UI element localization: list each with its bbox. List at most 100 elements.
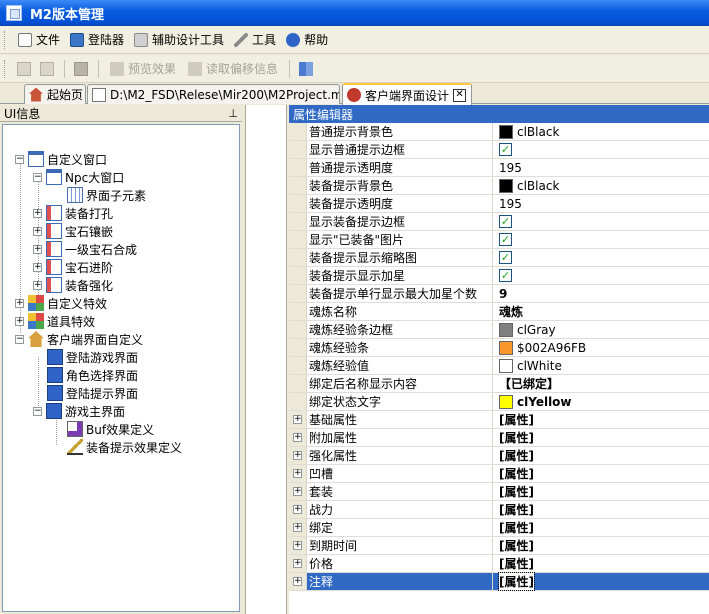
- tree-node-custom-effects[interactable]: + 自定义特效: [15, 294, 107, 312]
- checkbox[interactable]: ✓: [499, 251, 512, 264]
- tree-node-gem-advance[interactable]: + 宝石进阶: [33, 258, 113, 276]
- expand-icon[interactable]: +: [293, 523, 302, 532]
- property-value[interactable]: 魂炼: [493, 303, 709, 320]
- property-row[interactable]: + 凹槽 [属性]: [289, 465, 709, 483]
- tree-node-sub-elements[interactable]: 界面子元素: [67, 186, 146, 204]
- tree-node-role-select-ui[interactable]: 角色选择界面: [47, 366, 138, 384]
- property-value[interactable]: clBlack: [493, 123, 709, 140]
- expand-icon[interactable]: +: [293, 541, 302, 550]
- expand-icon[interactable]: +: [293, 415, 302, 424]
- collapse-icon[interactable]: −: [33, 172, 42, 182]
- property-row[interactable]: 装备提示背景色 clBlack: [289, 177, 709, 195]
- property-row[interactable]: 显示装备提示边框 ✓: [289, 213, 709, 231]
- pin-icon[interactable]: ⊥: [228, 107, 238, 120]
- property-value[interactable]: [属性]: [493, 465, 709, 482]
- property-value[interactable]: 【已绑定】: [493, 375, 709, 392]
- property-value[interactable]: $002A96FB: [493, 339, 709, 356]
- expand-icon[interactable]: +: [293, 433, 302, 442]
- expand-icon[interactable]: +: [293, 505, 302, 514]
- book-button[interactable]: [295, 58, 317, 80]
- property-row[interactable]: 魂炼经验条 $002A96FB: [289, 339, 709, 357]
- property-value[interactable]: 9: [493, 285, 709, 302]
- property-value[interactable]: clGray: [493, 321, 709, 338]
- property-row[interactable]: + 套装 [属性]: [289, 483, 709, 501]
- property-value[interactable]: [属性]: [493, 429, 709, 446]
- checkbox[interactable]: ✓: [499, 215, 512, 228]
- property-value[interactable]: ✓: [493, 267, 709, 284]
- collapse-icon[interactable]: −: [15, 154, 24, 164]
- menu-file[interactable]: 文件: [13, 29, 65, 51]
- checkbox[interactable]: ✓: [499, 143, 512, 156]
- tree-node-item-effects[interactable]: + 道具特效: [15, 312, 95, 330]
- property-row[interactable]: 显示普通提示边框 ✓: [289, 141, 709, 159]
- tab-project-file[interactable]: D:\M2_FSD\Relese\Mir200\M2Project.m2proj…: [87, 84, 340, 104]
- expand-icon[interactable]: +: [293, 559, 302, 568]
- property-value[interactable]: [属性]: [493, 572, 709, 591]
- expand-icon[interactable]: +: [293, 487, 302, 496]
- property-row[interactable]: 绑定后名称显示内容 【已绑定】: [289, 375, 709, 393]
- delete-button[interactable]: [36, 58, 58, 80]
- tree-node-login-ui[interactable]: 登陆游戏界面: [47, 348, 138, 366]
- menu-help[interactable]: 帮助: [281, 29, 333, 51]
- property-row[interactable]: 装备提示显示加星 ✓: [289, 267, 709, 285]
- property-value[interactable]: clYellow: [493, 393, 709, 410]
- property-row[interactable]: 魂炼经验条边框 clGray: [289, 321, 709, 339]
- property-row[interactable]: + 强化属性 [属性]: [289, 447, 709, 465]
- tree-node-equip-tip-effect[interactable]: 装备提示效果定义: [67, 438, 182, 456]
- property-row[interactable]: + 注释 [属性]: [289, 572, 709, 591]
- property-row[interactable]: 魂炼经验值 clWhite: [289, 357, 709, 375]
- tab-client-ui-design[interactable]: 客户端界面设计 ✕: [342, 83, 472, 105]
- expand-icon[interactable]: +: [15, 298, 24, 308]
- add-button[interactable]: [13, 58, 35, 80]
- expand-icon[interactable]: +: [33, 226, 42, 236]
- tree-node-gem-combine[interactable]: + 一级宝石合成: [33, 240, 137, 258]
- tree-node-buf-effect[interactable]: Buf效果定义: [67, 420, 154, 438]
- property-value[interactable]: [属性]: [493, 555, 709, 572]
- property-value[interactable]: [属性]: [493, 411, 709, 428]
- property-row[interactable]: + 绑定 [属性]: [289, 519, 709, 537]
- property-value[interactable]: ✓: [493, 231, 709, 248]
- expand-icon[interactable]: +: [33, 262, 42, 272]
- checkbox[interactable]: ✓: [499, 233, 512, 246]
- property-row[interactable]: + 基础属性 [属性]: [289, 411, 709, 429]
- property-row[interactable]: 显示"已装备"图片 ✓: [289, 231, 709, 249]
- checkbox[interactable]: ✓: [499, 269, 512, 282]
- collapse-icon[interactable]: −: [33, 406, 42, 416]
- property-value[interactable]: 195: [493, 159, 709, 176]
- property-row[interactable]: 装备提示单行显示最大加星个数 9: [289, 285, 709, 303]
- tree-node-client-ui[interactable]: − 客户端界面自定义: [15, 330, 143, 348]
- property-row[interactable]: 装备提示透明度 195: [289, 195, 709, 213]
- property-row[interactable]: + 到期时间 [属性]: [289, 537, 709, 555]
- property-value[interactable]: [属性]: [493, 519, 709, 536]
- property-row[interactable]: 绑定状态文字 clYellow: [289, 393, 709, 411]
- property-row[interactable]: 普通提示透明度 195: [289, 159, 709, 177]
- property-row[interactable]: 装备提示显示缩略图 ✓: [289, 249, 709, 267]
- property-value[interactable]: [属性]: [493, 537, 709, 554]
- property-value[interactable]: ✓: [493, 141, 709, 158]
- property-value[interactable]: ✓: [493, 249, 709, 266]
- property-value[interactable]: 195: [493, 195, 709, 212]
- collapse-icon[interactable]: −: [15, 334, 24, 344]
- designer-canvas[interactable]: [245, 105, 287, 614]
- expand-icon[interactable]: +: [33, 208, 42, 218]
- close-tab-icon[interactable]: ✕: [453, 88, 467, 102]
- read-offsets-button[interactable]: 读取偏移信息: [182, 60, 284, 77]
- property-value[interactable]: [属性]: [493, 447, 709, 464]
- expand-icon[interactable]: +: [293, 469, 302, 478]
- menu-tools[interactable]: 工具: [229, 29, 281, 51]
- property-value[interactable]: ✓: [493, 213, 709, 230]
- tree-node-game-main-ui[interactable]: − 游戏主界面: [33, 402, 125, 420]
- tree-node-gem-inlay[interactable]: + 宝石镶嵌: [33, 222, 113, 240]
- preview-button[interactable]: 预览效果: [104, 60, 182, 77]
- tree-node-login-tip-ui[interactable]: 登陆提示界面: [47, 384, 138, 402]
- save-button[interactable]: [70, 58, 92, 80]
- expand-icon[interactable]: +: [33, 244, 42, 254]
- property-row[interactable]: 普通提示背景色 clBlack: [289, 123, 709, 141]
- tree-node-equip-socket[interactable]: + 装备打孔: [33, 204, 113, 222]
- menu-design-tools[interactable]: 辅助设计工具: [129, 29, 229, 51]
- expand-icon[interactable]: +: [293, 577, 302, 586]
- menu-launcher[interactable]: 登陆器: [65, 29, 129, 51]
- property-value[interactable]: clBlack: [493, 177, 709, 194]
- tree-node-custom-window[interactable]: − 自定义窗口: [15, 150, 107, 168]
- property-row[interactable]: + 价格 [属性]: [289, 555, 709, 573]
